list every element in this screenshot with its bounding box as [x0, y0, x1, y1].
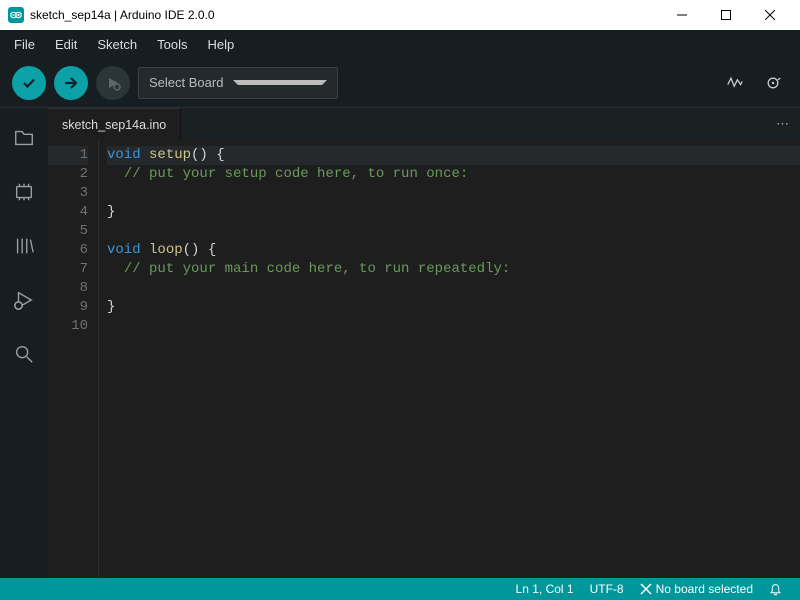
tab-active[interactable]: sketch_sep14a.ino — [48, 108, 181, 140]
library-manager-button[interactable] — [4, 226, 44, 266]
main-area: sketch_sep14a.ino ⋯ 12345678910 void set… — [0, 108, 800, 578]
line-number-gutter: 12345678910 — [48, 140, 98, 578]
code-line[interactable]: // put your main code here, to run repea… — [107, 260, 800, 279]
line-number: 7 — [48, 260, 88, 279]
verify-button[interactable] — [12, 66, 46, 100]
menu-help[interactable]: Help — [197, 33, 244, 56]
titlebar: sketch_sep14a | Arduino IDE 2.0.0 — [0, 0, 800, 30]
status-encoding[interactable]: UTF-8 — [582, 582, 632, 596]
status-position[interactable]: Ln 1, Col 1 — [508, 582, 582, 596]
search-button[interactable] — [4, 334, 44, 374]
menu-tools[interactable]: Tools — [147, 33, 197, 56]
maximize-button[interactable] — [704, 1, 748, 29]
status-board-text: No board selected — [656, 582, 753, 596]
boards-manager-button[interactable] — [4, 172, 44, 212]
menu-file[interactable]: File — [4, 33, 45, 56]
tab-label: sketch_sep14a.ino — [62, 118, 166, 132]
tab-overflow-button[interactable]: ⋯ — [766, 108, 800, 140]
sketchbook-button[interactable] — [4, 118, 44, 158]
line-number: 2 — [48, 165, 88, 184]
debug-panel-button[interactable] — [4, 280, 44, 320]
menubar: File Edit Sketch Tools Help — [0, 30, 800, 58]
line-number: 1 — [48, 146, 88, 165]
editor-column: sketch_sep14a.ino ⋯ 12345678910 void set… — [48, 108, 800, 578]
menu-sketch[interactable]: Sketch — [87, 33, 147, 56]
board-select-label: Select Board — [149, 75, 233, 90]
serial-monitor-button[interactable] — [758, 68, 788, 98]
code-line[interactable]: // put your setup code here, to run once… — [107, 165, 800, 184]
upload-button[interactable] — [54, 66, 88, 100]
menu-edit[interactable]: Edit — [45, 33, 87, 56]
line-number: 8 — [48, 279, 88, 298]
app-icon — [8, 7, 24, 23]
window-title: sketch_sep14a | Arduino IDE 2.0.0 — [30, 8, 660, 22]
code-editor[interactable]: 12345678910 void setup() { // put your s… — [48, 140, 800, 578]
line-number: 5 — [48, 222, 88, 241]
line-number: 9 — [48, 298, 88, 317]
line-number: 3 — [48, 184, 88, 203]
close-icon — [640, 583, 652, 595]
serial-plotter-button[interactable] — [720, 68, 750, 98]
code-line[interactable] — [107, 184, 800, 203]
code-line[interactable]: } — [107, 298, 800, 317]
notifications-button[interactable] — [761, 583, 790, 596]
line-number: 6 — [48, 241, 88, 260]
bell-icon — [769, 583, 782, 596]
activitybar — [0, 108, 48, 578]
tabbar: sketch_sep14a.ino ⋯ — [48, 108, 800, 140]
toolbar: Select Board — [0, 58, 800, 108]
code-area[interactable]: void setup() { // put your setup code he… — [98, 140, 800, 578]
debug-button[interactable] — [96, 66, 130, 100]
board-select[interactable]: Select Board — [138, 67, 338, 99]
code-line[interactable] — [107, 222, 800, 241]
statusbar: Ln 1, Col 1 UTF-8 No board selected — [0, 578, 800, 600]
code-line[interactable]: } — [107, 203, 800, 222]
line-number: 4 — [48, 203, 88, 222]
line-number: 10 — [48, 317, 88, 336]
code-line[interactable] — [107, 279, 800, 298]
code-line[interactable] — [107, 317, 800, 336]
code-line[interactable]: void loop() { — [107, 241, 800, 260]
chevron-down-icon — [233, 80, 327, 85]
close-button[interactable] — [748, 1, 792, 29]
minimize-button[interactable] — [660, 1, 704, 29]
status-board[interactable]: No board selected — [632, 582, 761, 596]
code-line[interactable]: void setup() { — [107, 146, 800, 165]
